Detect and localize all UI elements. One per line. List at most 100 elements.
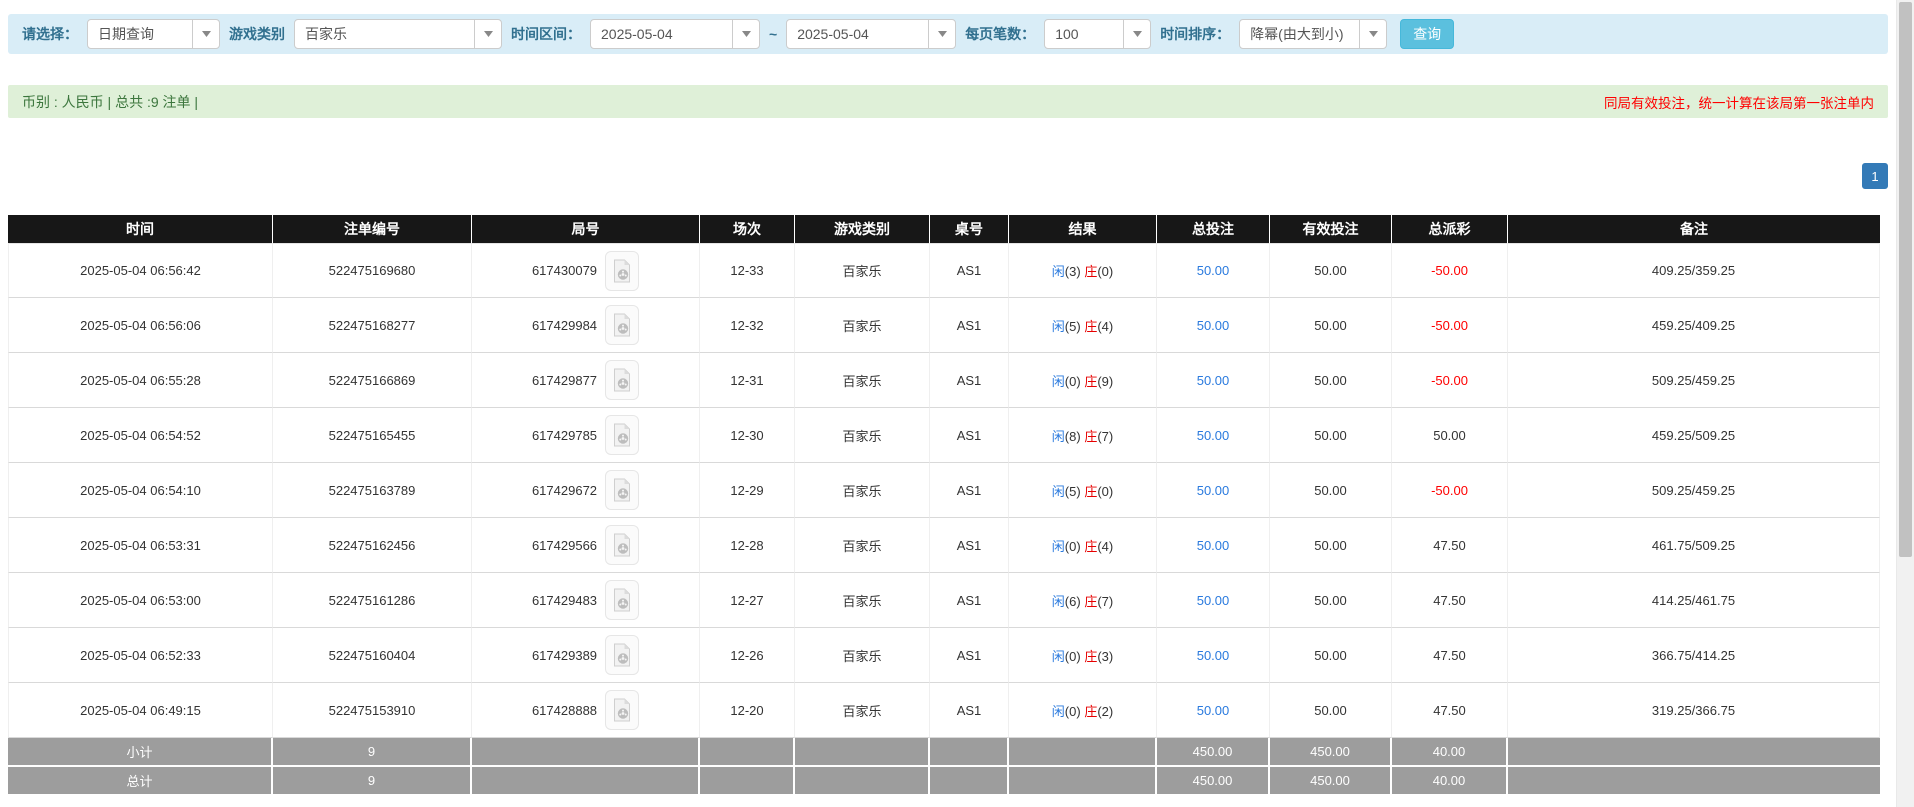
valid-bet-cell: 50.00 xyxy=(1270,408,1392,463)
bet-id-cell: 522475163789 xyxy=(273,463,472,518)
total-bet-cell[interactable]: 50.00 xyxy=(1157,353,1270,408)
player-result: 闲 xyxy=(1052,374,1065,389)
table-row: 2025-05-04 06:56:06 522475168277 6174299… xyxy=(8,298,1880,353)
total-bet-cell[interactable]: 50.00 xyxy=(1157,243,1270,298)
player-score: (3) xyxy=(1065,264,1081,279)
banker-result: 庄 xyxy=(1084,594,1097,609)
video-icon[interactable] xyxy=(605,470,639,510)
table-body: 2025-05-04 06:56:42 522475169680 6174300… xyxy=(8,243,1880,738)
player-result: 闲 xyxy=(1052,539,1065,554)
banker-score: (2) xyxy=(1097,704,1113,719)
round-id: 617429483 xyxy=(532,593,597,608)
round-id: 617429672 xyxy=(532,483,597,498)
valid-bet-cell: 50.00 xyxy=(1270,573,1392,628)
player-score: (6) xyxy=(1065,594,1081,609)
session-cell: 12-30 xyxy=(700,408,795,463)
result-cell: 闲(5) 庄(0) xyxy=(1009,463,1157,518)
session-cell: 12-26 xyxy=(700,628,795,683)
round-id-cell: 617429566 xyxy=(472,518,700,573)
total-bet-cell[interactable]: 50.00 xyxy=(1157,628,1270,683)
game-cell: 百家乐 xyxy=(795,408,930,463)
banker-score: (7) xyxy=(1097,594,1113,609)
video-icon[interactable] xyxy=(605,415,639,455)
table-row: 2025-05-04 06:56:42 522475169680 6174300… xyxy=(8,243,1880,298)
round-id: 617429984 xyxy=(532,318,597,333)
total-bet-cell[interactable]: 50.00 xyxy=(1157,573,1270,628)
total-bet-cell[interactable]: 50.00 xyxy=(1157,408,1270,463)
video-icon[interactable] xyxy=(605,635,639,675)
page-size-value: 100 xyxy=(1045,26,1123,42)
total-bet-cell[interactable]: 50.00 xyxy=(1157,298,1270,353)
game-category-dropdown[interactable]: 百家乐 xyxy=(294,19,502,49)
video-icon[interactable] xyxy=(605,690,639,730)
filter-toolbar: 请选择： 日期查询 游戏类别 百家乐 时间区间： 2025-05-04 ~ 20… xyxy=(8,14,1888,54)
round-id-cell: 617430079 xyxy=(472,243,700,298)
page-1-button[interactable]: 1 xyxy=(1862,163,1888,189)
total-bet-cell[interactable]: 50.00 xyxy=(1157,518,1270,573)
time-sort-dropdown[interactable]: 降幂(由大到小) xyxy=(1239,19,1387,49)
game-cell: 百家乐 xyxy=(795,683,930,738)
player-result: 闲 xyxy=(1052,429,1065,444)
total-bet-cell[interactable]: 50.00 xyxy=(1157,463,1270,518)
game-cell: 百家乐 xyxy=(795,353,930,408)
valid-bet-notice: 同局有效投注，统一计算在该局第一张注单内 xyxy=(1604,92,1874,112)
table-row: 2025-05-04 06:52:33 522475160404 6174293… xyxy=(8,628,1880,683)
round-id: 617430079 xyxy=(532,263,597,278)
round-id: 617428888 xyxy=(532,703,597,718)
player-result: 闲 xyxy=(1052,319,1065,334)
round-id-cell: 617429785 xyxy=(472,408,700,463)
col-bet-id: 注单编号 xyxy=(273,215,472,243)
date-from-value: 2025-05-04 xyxy=(591,26,732,42)
bet-id-cell: 522475161286 xyxy=(273,573,472,628)
valid-bet-cell: 50.00 xyxy=(1270,518,1392,573)
select-type-dropdown[interactable]: 日期查询 xyxy=(87,19,220,49)
round-id: 617429566 xyxy=(532,538,597,553)
result-cell: 闲(8) 庄(7) xyxy=(1009,408,1157,463)
payout-cell: -50.00 xyxy=(1392,353,1508,408)
payout-cell: 47.50 xyxy=(1392,683,1508,738)
result-cell: 闲(6) 庄(7) xyxy=(1009,573,1157,628)
select-type-label: 请选择： xyxy=(22,24,78,44)
table-row: 2025-05-04 06:54:52 522475165455 6174297… xyxy=(8,408,1880,463)
page-size-dropdown[interactable]: 100 xyxy=(1044,19,1151,49)
video-icon[interactable] xyxy=(605,360,639,400)
player-result: 闲 xyxy=(1052,594,1065,609)
table-no-cell: AS1 xyxy=(930,463,1009,518)
round-id-cell: 617429984 xyxy=(472,298,700,353)
total-bet-cell[interactable]: 50.00 xyxy=(1157,683,1270,738)
subtotal-count: 9 xyxy=(273,738,472,767)
select-type-value: 日期查询 xyxy=(88,24,192,44)
banker-result: 庄 xyxy=(1084,264,1097,279)
game-cell: 百家乐 xyxy=(795,518,930,573)
table-no-cell: AS1 xyxy=(930,683,1009,738)
date-from-dropdown[interactable]: 2025-05-04 xyxy=(590,19,760,49)
subtotal-total-bet: 450.00 xyxy=(1157,738,1270,767)
date-to-dropdown[interactable]: 2025-05-04 xyxy=(786,19,956,49)
video-icon[interactable] xyxy=(605,580,639,620)
video-icon[interactable] xyxy=(605,305,639,345)
remark-cell: 461.75/509.25 xyxy=(1508,518,1880,573)
player-score: (0) xyxy=(1065,649,1081,664)
valid-bet-cell: 50.00 xyxy=(1270,298,1392,353)
col-total-bet: 总投注 xyxy=(1157,215,1270,243)
video-icon[interactable] xyxy=(605,251,639,291)
video-icon[interactable] xyxy=(605,525,639,565)
scrollbar-thumb[interactable] xyxy=(1899,2,1912,557)
remark-cell: 409.25/359.25 xyxy=(1508,243,1880,298)
session-cell: 12-31 xyxy=(700,353,795,408)
table-row: 2025-05-04 06:53:31 522475162456 6174295… xyxy=(8,518,1880,573)
table-no-cell: AS1 xyxy=(930,573,1009,628)
subtotal-payout: 40.00 xyxy=(1392,738,1508,767)
round-id-cell: 617428888 xyxy=(472,683,700,738)
table-row: 2025-05-04 06:55:28 522475166869 6174298… xyxy=(8,353,1880,408)
banker-result: 庄 xyxy=(1084,704,1097,719)
banker-result: 庄 xyxy=(1084,429,1097,444)
banker-result: 庄 xyxy=(1084,484,1097,499)
time-range-label: 时间区间： xyxy=(511,24,581,44)
table-no-cell: AS1 xyxy=(930,518,1009,573)
time-cell: 2025-05-04 06:56:06 xyxy=(8,298,273,353)
query-button[interactable]: 查询 xyxy=(1400,19,1454,49)
valid-bet-cell: 50.00 xyxy=(1270,353,1392,408)
banker-result: 庄 xyxy=(1084,319,1097,334)
vertical-scrollbar[interactable] xyxy=(1896,0,1914,807)
